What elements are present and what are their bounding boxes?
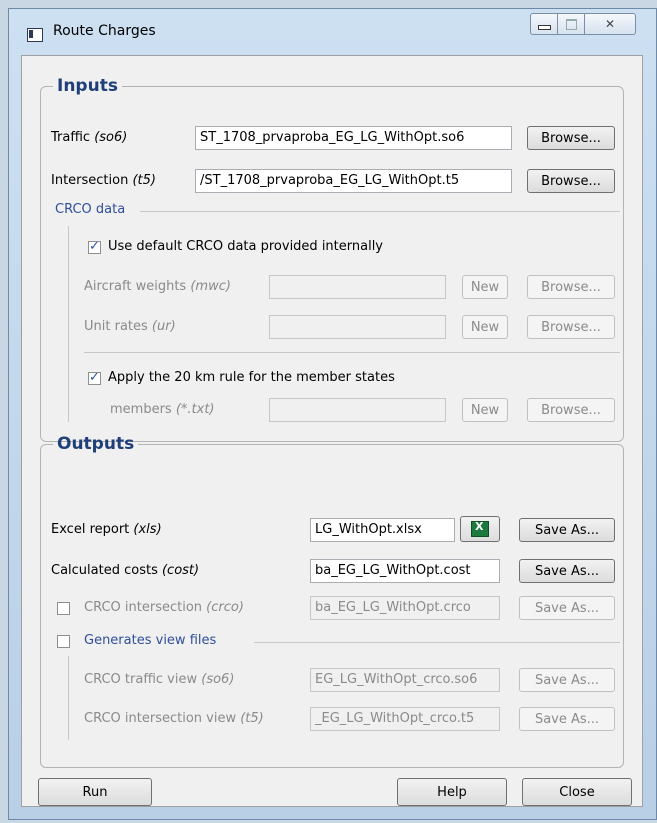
calculated-costs-save-as-button[interactable]: Save As... bbox=[519, 559, 615, 583]
generate-view-files-label: Generates view files bbox=[84, 633, 217, 648]
crco-intersection-checkbox[interactable] bbox=[57, 602, 70, 615]
excel-icon bbox=[471, 520, 489, 537]
crco-data-divider bbox=[140, 211, 620, 212]
aircraft-weights-browse-button[interactable]: Browse... bbox=[527, 275, 615, 299]
rule-divider bbox=[84, 352, 620, 353]
dialog-client-area: Inputs Traffic (so6) ST_1708_prvaproba_E… bbox=[21, 55, 643, 807]
crco-intersection-view-input[interactable]: _EG_LG_WithOpt_crco.t5 bbox=[310, 707, 500, 731]
crco-intersection-view-save-as-button[interactable]: Save As... bbox=[519, 707, 615, 731]
close-window-button[interactable]: ✕ bbox=[584, 13, 636, 35]
members-browse-button[interactable]: Browse... bbox=[527, 398, 615, 422]
crco-intersection-save-as-button[interactable]: Save As... bbox=[519, 596, 615, 620]
open-excel-button[interactable] bbox=[460, 516, 500, 542]
minimize-button[interactable] bbox=[530, 13, 558, 35]
minimize-icon bbox=[537, 24, 551, 30]
crco-traffic-view-save-as-button[interactable]: Save As... bbox=[519, 668, 615, 692]
title-bar[interactable]: Route Charges ✕ bbox=[9, 9, 656, 55]
intersection-label: Intersection (t5) bbox=[51, 173, 156, 188]
crco-intersection-input[interactable]: ba_EG_LG_WithOpt.crco bbox=[310, 596, 500, 620]
unit-rates-browse-button[interactable]: Browse... bbox=[527, 315, 615, 339]
route-charges-window: Route Charges ✕ Inputs Traffic (so6) ST_… bbox=[8, 8, 657, 820]
app-icon bbox=[27, 28, 43, 42]
twenty-km-rule-checkbox[interactable] bbox=[88, 370, 101, 385]
use-default-crco-label: Use default CRCO data provided internall… bbox=[108, 239, 383, 254]
excel-report-label: Excel report (xls) bbox=[51, 522, 162, 537]
crco-traffic-view-label: CRCO traffic view (so6) bbox=[84, 672, 235, 687]
outputs-legend: Outputs bbox=[57, 434, 135, 454]
help-button[interactable]: Help bbox=[397, 778, 507, 806]
view-files-divider bbox=[254, 642, 620, 643]
traffic-label: Traffic (so6) bbox=[51, 130, 128, 145]
crco-data-label: CRCO data bbox=[55, 202, 126, 217]
inputs-legend: Inputs bbox=[57, 76, 118, 96]
members-input[interactable] bbox=[269, 398, 446, 422]
close-icon: ✕ bbox=[604, 17, 616, 31]
members-label: members (*.txt) bbox=[110, 402, 215, 417]
crco-intersection-view-label: CRCO intersection view (t5) bbox=[84, 711, 264, 726]
crco-intersection-label: CRCO intersection (crco) bbox=[84, 600, 244, 615]
run-button[interactable]: Run bbox=[38, 778, 152, 806]
calculated-costs-label: Calculated costs (cost) bbox=[51, 563, 200, 578]
twenty-km-rule-label: Apply the 20 km rule for the member stat… bbox=[108, 370, 395, 385]
intersection-browse-button[interactable]: Browse... bbox=[527, 169, 615, 193]
unit-rates-new-button[interactable]: New bbox=[462, 315, 508, 339]
maximize-button[interactable] bbox=[557, 13, 585, 35]
aircraft-weights-new-button[interactable]: New bbox=[462, 275, 508, 299]
aircraft-weights-label: Aircraft weights (mwc) bbox=[84, 279, 231, 294]
traffic-input[interactable]: ST_1708_prvaproba_EG_LG_WithOpt.so6 bbox=[195, 126, 512, 150]
aircraft-weights-input[interactable] bbox=[269, 275, 446, 299]
members-new-button[interactable]: New bbox=[462, 398, 508, 422]
calculated-costs-input[interactable]: ba_EG_LG_WithOpt.cost bbox=[310, 559, 500, 583]
excel-report-save-as-button[interactable]: Save As... bbox=[519, 518, 615, 542]
intersection-input[interactable]: /ST_1708_prvaproba_EG_LG_WithOpt.t5 bbox=[195, 169, 512, 193]
close-button[interactable]: Close bbox=[522, 778, 632, 806]
crco-traffic-view-input[interactable]: EG_LG_WithOpt_crco.so6 bbox=[310, 668, 500, 692]
maximize-icon bbox=[565, 18, 577, 30]
use-default-crco-checkbox[interactable] bbox=[88, 239, 101, 254]
traffic-browse-button[interactable]: Browse... bbox=[527, 126, 615, 150]
view-files-bracket bbox=[68, 656, 69, 740]
crco-data-bracket bbox=[68, 226, 69, 422]
unit-rates-label: Unit rates (ur) bbox=[84, 319, 176, 334]
window-controls: ✕ bbox=[530, 13, 636, 35]
excel-report-input[interactable]: LG_WithOpt.xlsx bbox=[310, 518, 455, 542]
unit-rates-input[interactable] bbox=[269, 315, 446, 339]
generate-view-files-checkbox[interactable] bbox=[57, 635, 70, 648]
window-title: Route Charges bbox=[53, 23, 156, 39]
